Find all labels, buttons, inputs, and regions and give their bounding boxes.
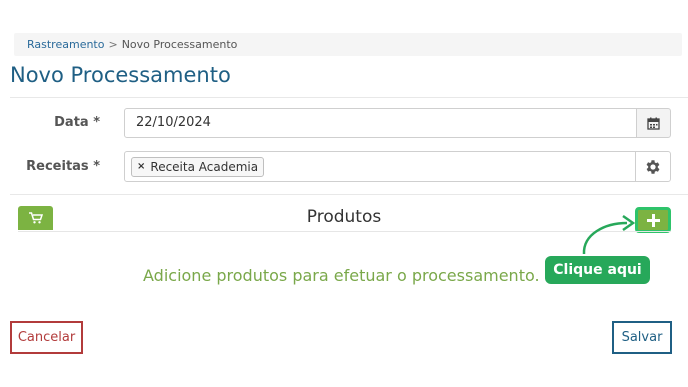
empty-products-message: Adicione produtos para efetuar o process… xyxy=(143,266,540,285)
date-value: 22/10/2024 xyxy=(136,115,211,130)
hint-arrow-icon xyxy=(582,214,636,255)
tag-remove-icon[interactable]: × xyxy=(137,158,145,176)
breadcrumb-link-rastreamento[interactable]: Rastreamento xyxy=(27,38,104,51)
click-here-hint: Clique aqui xyxy=(545,256,650,284)
calendar-button[interactable] xyxy=(636,108,671,138)
calendar-icon xyxy=(647,117,660,130)
recipes-settings-button[interactable] xyxy=(635,151,671,182)
divider xyxy=(10,194,688,195)
breadcrumb: Rastreamento > Novo Processamento xyxy=(14,33,682,56)
date-field[interactable]: 22/10/2024 xyxy=(124,108,637,138)
recipe-tag: × Receita Academia xyxy=(131,157,265,177)
divider xyxy=(10,97,688,98)
page-title: Novo Processamento xyxy=(10,63,231,87)
gear-icon xyxy=(646,159,660,174)
cancel-button[interactable]: Cancelar xyxy=(10,321,83,354)
date-label: Data * xyxy=(54,115,100,130)
save-button[interactable]: Salvar xyxy=(612,321,672,354)
recipes-label: Receitas * xyxy=(26,159,100,174)
recipe-tag-label: Receita Academia xyxy=(150,160,259,174)
divider xyxy=(18,231,671,232)
breadcrumb-separator: > xyxy=(108,38,118,51)
breadcrumb-current: Novo Processamento xyxy=(121,38,238,51)
plus-icon xyxy=(646,213,660,227)
recipes-field[interactable]: × Receita Academia xyxy=(124,151,636,182)
